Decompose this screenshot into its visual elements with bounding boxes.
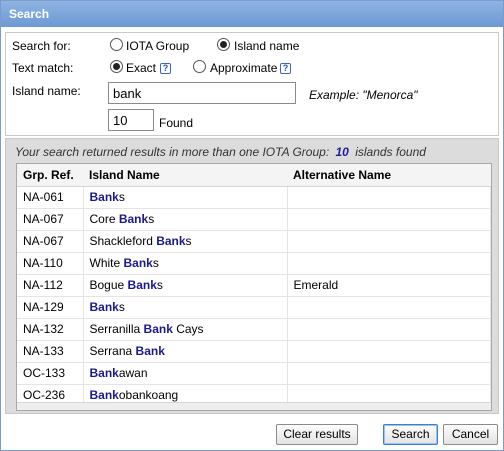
table-row[interactable]: NA-112 Bogue Banks Emerald: [17, 274, 491, 297]
cell-alternative-name: Emerald: [287, 274, 491, 297]
name-segment: obankoang: [118, 388, 179, 402]
column-header-island-name[interactable]: Island Name: [83, 164, 287, 187]
name-segment: s: [148, 212, 155, 226]
cell-alternative-name: [287, 186, 491, 209]
table-row[interactable]: NA-061 Banks: [17, 186, 491, 209]
cell-grp-ref: NA-067: [17, 230, 84, 253]
clear-results-button[interactable]: Clear results: [276, 424, 358, 445]
text-match-exact-radio[interactable]: [110, 60, 123, 73]
name-segment: s: [118, 300, 125, 314]
cell-grp-ref: NA-110: [17, 252, 84, 275]
cancel-button[interactable]: Cancel: [443, 424, 498, 445]
match-highlight: Bank: [89, 190, 119, 204]
dialog-title: Search: [1, 1, 503, 27]
cell-island-name: Shackleford Banks: [83, 230, 288, 253]
name-segment: Serranilla: [89, 322, 144, 336]
name-segment: Core: [89, 212, 119, 226]
name-segment: White: [89, 256, 124, 270]
match-highlight: Bank: [89, 366, 119, 380]
cell-grp-ref: NA-067: [17, 208, 84, 231]
match-highlight: Bank: [127, 278, 157, 292]
search-button[interactable]: Search: [383, 424, 438, 445]
cell-alternative-name: [287, 230, 491, 253]
island-name-example: Example: "Menorca": [309, 88, 418, 102]
cell-alternative-name: [287, 252, 491, 275]
search-for-island-name-radio[interactable]: [217, 38, 230, 51]
found-count-field: 10: [108, 109, 154, 131]
table-row[interactable]: NA-067 Shackleford Banks: [17, 230, 491, 253]
name-segment: awan: [118, 366, 148, 380]
island-name-label: Island name:: [12, 84, 81, 98]
search-for-iota-group-label[interactable]: IOTA Group: [126, 39, 189, 53]
name-segment: Bogue: [89, 278, 128, 292]
cell-grp-ref: NA-133: [17, 340, 84, 363]
cell-island-name: Banks: [83, 296, 288, 319]
text-match-label: Text match:: [12, 61, 74, 75]
name-segment: s: [118, 190, 125, 204]
table-row[interactable]: NA-129 Banks: [17, 296, 491, 319]
cell-island-name: White Banks: [83, 252, 288, 275]
cell-grp-ref: NA-129: [17, 296, 84, 319]
cell-grp-ref: NA-061: [17, 186, 84, 209]
name-segment: s: [156, 278, 163, 292]
cell-island-name: Bogue Banks: [83, 274, 288, 297]
table-row[interactable]: NA-132 Serranilla Bank Cays: [17, 318, 491, 341]
text-match-approximate-radio[interactable]: [193, 60, 206, 73]
results-body: NA-061 Banks NA-067 Core Banks NA-067 Shackle…: [17, 186, 491, 407]
results-table: Grp. Ref. Island Name Alternative Name N…: [17, 164, 491, 407]
match-highlight: Bank: [118, 212, 149, 226]
help-icon[interactable]: ?: [160, 63, 171, 74]
cell-grp-ref: OC-133: [17, 362, 84, 385]
table-row[interactable]: OC-133 Bankawan: [17, 362, 491, 385]
results-summary-suffix: islands found: [355, 145, 426, 159]
search-for-iota-group-radio[interactable]: [110, 38, 123, 51]
cell-island-name: Bankawan: [83, 362, 288, 385]
name-segment: Serrana: [89, 344, 136, 358]
table-row[interactable]: NA-133 Serrana Bank: [17, 340, 491, 363]
grid-horizontal-scrollbar[interactable]: [17, 402, 491, 410]
search-for-label: Search for:: [12, 39, 71, 53]
text-match-approximate-label[interactable]: Approximate: [210, 61, 277, 75]
table-row[interactable]: NA-067 Core Banks: [17, 208, 491, 231]
cell-alternative-name: [287, 340, 491, 363]
results-summary-prefix: Your search returned results in more tha…: [15, 145, 330, 159]
search-for-island-name-label[interactable]: Island name: [234, 39, 299, 53]
name-segment: Cays: [172, 322, 204, 336]
match-highlight: Bank: [143, 322, 173, 336]
results-header-row: Grp. Ref. Island Name Alternative Name: [17, 164, 491, 187]
cell-island-name: Serranilla Bank Cays: [83, 318, 288, 341]
match-highlight: Bank: [89, 300, 119, 314]
match-highlight: Bank: [89, 388, 119, 402]
cell-alternative-name: [287, 362, 491, 385]
match-highlight: Bank: [135, 344, 165, 358]
cell-alternative-name: [287, 296, 491, 319]
search-dialog: Search Search for: IOTA Group Island nam…: [0, 0, 504, 451]
name-segment: Shackleford: [89, 234, 157, 248]
cell-island-name: Serrana Bank: [83, 340, 288, 363]
table-row[interactable]: NA-110 White Banks: [17, 252, 491, 275]
help-icon[interactable]: ?: [280, 63, 291, 74]
cell-grp-ref: NA-132: [17, 318, 84, 341]
text-match-exact-label[interactable]: Exact: [126, 61, 156, 75]
match-highlight: Bank: [123, 256, 153, 270]
cell-alternative-name: [287, 208, 491, 231]
cell-grp-ref: NA-112: [17, 274, 84, 297]
match-highlight: Bank: [156, 234, 186, 248]
cell-island-name: Core Banks: [83, 208, 288, 231]
cell-island-name: Banks: [83, 186, 288, 209]
name-segment: s: [185, 234, 192, 248]
name-segment: s: [152, 256, 159, 270]
column-header-grp-ref[interactable]: Grp. Ref.: [17, 164, 83, 187]
found-label: Found: [159, 116, 194, 130]
cell-alternative-name: [287, 318, 491, 341]
results-count: 10: [335, 145, 349, 159]
results-grid[interactable]: Grp. Ref. Island Name Alternative Name N…: [16, 163, 492, 411]
results-summary: Your search returned results in more tha…: [15, 145, 426, 159]
results-panel: Your search returned results in more tha…: [5, 138, 499, 414]
search-form: Search for: IOTA Group Island name Text …: [5, 32, 499, 136]
island-name-input[interactable]: bank: [108, 82, 296, 104]
column-header-alternative-name[interactable]: Alternative Name: [287, 164, 491, 187]
